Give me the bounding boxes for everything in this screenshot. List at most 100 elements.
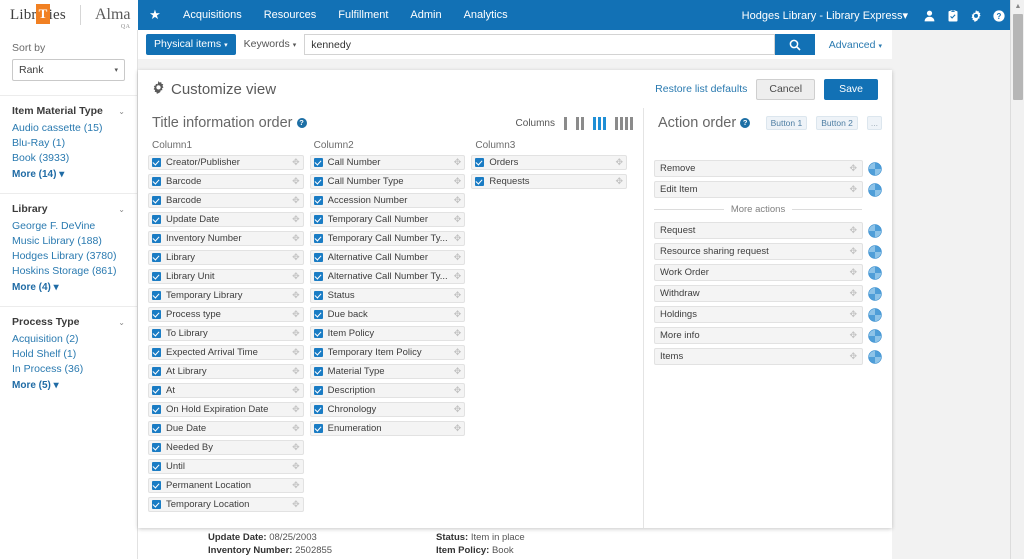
field-checkbox[interactable]: [152, 367, 161, 376]
column-field-row[interactable]: Due Date ✥: [148, 421, 304, 436]
field-checkbox[interactable]: [152, 177, 161, 186]
cancel-button[interactable]: Cancel: [756, 78, 816, 100]
drag-handle-icon[interactable]: ✥: [847, 352, 857, 361]
user-location-menu[interactable]: Hodges Library - Library Express▾: [742, 9, 918, 22]
column-field-row[interactable]: At ✥: [148, 383, 304, 398]
drag-handle-icon[interactable]: ✥: [452, 424, 462, 433]
nav-item-analytics[interactable]: Analytics: [453, 0, 519, 30]
nav-item-acquisitions[interactable]: Acquisitions: [172, 0, 253, 30]
column-field-row[interactable]: Temporary Item Policy ✥: [309, 345, 466, 360]
restore-list-defaults-link[interactable]: Restore list defaults: [655, 83, 747, 95]
field-checkbox[interactable]: [475, 177, 485, 186]
action-row[interactable]: Remove ✥: [654, 160, 882, 177]
field-checkbox[interactable]: [152, 253, 161, 262]
drag-handle-icon[interactable]: ✥: [452, 310, 462, 319]
field-checkbox[interactable]: [152, 158, 161, 167]
drag-handle-icon[interactable]: ✥: [452, 329, 462, 338]
drag-handle-icon[interactable]: ✥: [290, 386, 300, 395]
field-checkbox[interactable]: [313, 158, 323, 167]
drag-handle-icon[interactable]: ✥: [290, 234, 300, 243]
action-row[interactable]: Holdings ✥: [654, 306, 882, 323]
search-button[interactable]: [774, 34, 815, 55]
field-checkbox[interactable]: [152, 500, 161, 509]
search-input[interactable]: [304, 34, 775, 55]
column-field-row[interactable]: Requests ✥: [471, 174, 628, 189]
scrollbar-thumb[interactable]: [1013, 14, 1023, 100]
field-checkbox[interactable]: [313, 253, 323, 262]
facet-option[interactable]: Acquisition (2): [12, 332, 125, 347]
drag-handle-icon[interactable]: ✥: [290, 481, 300, 490]
column-field-row[interactable]: Orders ✥: [471, 155, 628, 170]
field-checkbox[interactable]: [152, 310, 161, 319]
field-checkbox[interactable]: [313, 424, 323, 433]
advanced-search-link[interactable]: Advanced ▾: [815, 39, 892, 51]
field-checkbox[interactable]: [313, 177, 323, 186]
field-checkbox[interactable]: [313, 386, 323, 395]
sort-by-select[interactable]: Rank ▾: [12, 59, 125, 81]
field-checkbox[interactable]: [313, 367, 323, 376]
drag-handle-icon[interactable]: ✥: [452, 367, 462, 376]
facet-option[interactable]: George F. DeVine Music Library (188): [12, 219, 125, 249]
nav-item-admin[interactable]: Admin: [399, 0, 452, 30]
column-field-row[interactable]: On Hold Expiration Date ✥: [148, 402, 304, 417]
action-row[interactable]: Items ✥: [654, 348, 882, 365]
drag-handle-icon[interactable]: ✥: [847, 310, 857, 319]
drag-handle-icon[interactable]: ✥: [452, 405, 462, 414]
drag-handle-icon[interactable]: ✥: [290, 367, 300, 376]
action-item[interactable]: More info ✥: [654, 327, 863, 344]
column-field-row[interactable]: At Library ✥: [148, 364, 304, 379]
action-item[interactable]: Resource sharing request ✥: [654, 243, 863, 260]
action-item[interactable]: Withdraw ✥: [654, 285, 863, 302]
drag-handle-icon[interactable]: ✥: [613, 158, 623, 167]
column-field-row[interactable]: Description ✥: [309, 383, 466, 398]
nav-item-fulfillment[interactable]: Fulfillment: [327, 0, 399, 30]
column-field-row[interactable]: Expected Arrival Time ✥: [148, 345, 304, 360]
action-item[interactable]: Request ✥: [654, 222, 863, 239]
drag-handle-icon[interactable]: ✥: [452, 272, 462, 281]
column-field-row[interactable]: Until ✥: [148, 459, 304, 474]
facet-more-link[interactable]: More (5) ▾: [12, 378, 125, 393]
column-field-row[interactable]: Temporary Library ✥: [148, 288, 304, 303]
drag-handle-icon[interactable]: ✥: [452, 386, 462, 395]
field-checkbox[interactable]: [152, 386, 161, 395]
facet-header[interactable]: Process Type ⌄: [12, 316, 125, 328]
facet-header[interactable]: Library ⌄: [12, 203, 125, 215]
drag-handle-icon[interactable]: ✥: [290, 177, 300, 186]
drag-handle-icon[interactable]: ✥: [452, 348, 462, 357]
column-field-row[interactable]: Barcode ✥: [148, 174, 304, 189]
column-field-row[interactable]: Library Unit ✥: [148, 269, 304, 284]
drag-handle-icon[interactable]: ✥: [290, 500, 300, 509]
facet-option[interactable]: Blu-Ray (1): [12, 136, 125, 151]
drag-handle-icon[interactable]: ✥: [613, 177, 623, 186]
field-checkbox[interactable]: [313, 405, 323, 414]
scroll-up-arrow-icon[interactable]: ▲: [1011, 0, 1024, 13]
help-icon[interactable]: ?: [740, 118, 751, 128]
action-row[interactable]: Edit Item ✥: [654, 181, 882, 198]
clipboard-icon[interactable]: [941, 8, 964, 23]
search-scope-dropdown[interactable]: Physical items ▾: [146, 34, 236, 55]
drag-handle-icon[interactable]: ✥: [290, 310, 300, 319]
drag-handle-icon[interactable]: ✥: [452, 253, 462, 262]
field-checkbox[interactable]: [313, 291, 323, 300]
layout-option-1-column[interactable]: [564, 116, 567, 130]
help-icon[interactable]: ?: [296, 118, 307, 128]
button-1-chip[interactable]: Button 1: [765, 116, 808, 130]
drag-handle-icon[interactable]: ✥: [290, 348, 300, 357]
drag-handle-icon[interactable]: ✥: [452, 291, 462, 300]
facet-more-link[interactable]: More (14) ▾: [12, 167, 125, 182]
column-field-row[interactable]: Permanent Location ✥: [148, 478, 304, 493]
drag-handle-icon[interactable]: ✥: [452, 234, 462, 243]
facet-header[interactable]: Item Material Type ⌄: [12, 105, 125, 117]
field-checkbox[interactable]: [313, 234, 323, 243]
drag-handle-icon[interactable]: ✥: [290, 443, 300, 452]
column-field-row[interactable]: Call Number Type ✥: [309, 174, 466, 189]
column-field-row[interactable]: Material Type ✥: [309, 364, 466, 379]
layout-option-2-columns[interactable]: [576, 116, 584, 130]
field-checkbox[interactable]: [313, 196, 323, 205]
action-item[interactable]: Remove ✥: [654, 160, 863, 177]
action-row[interactable]: Withdraw ✥: [654, 285, 882, 302]
action-item[interactable]: Items ✥: [654, 348, 863, 365]
save-button[interactable]: Save: [824, 78, 878, 100]
action-item[interactable]: Holdings ✥: [654, 306, 863, 323]
column-field-row[interactable]: Status ✥: [309, 288, 466, 303]
